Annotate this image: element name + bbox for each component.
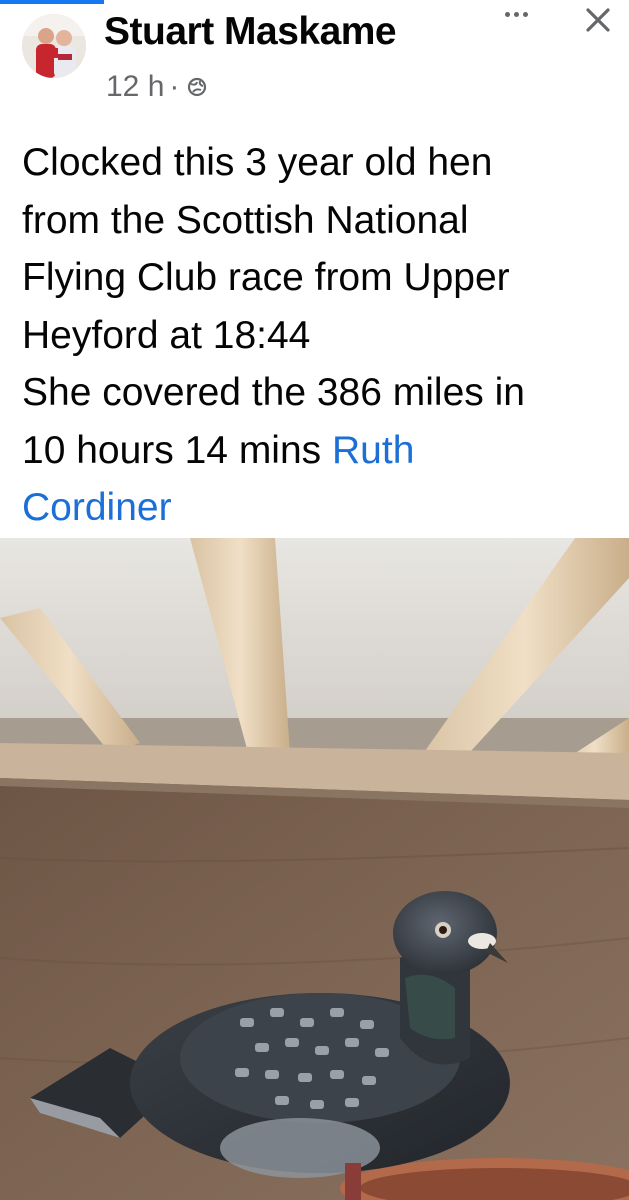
post-meta: 12 h · — [106, 70, 207, 104]
more-icon-dot — [513, 12, 519, 17]
post-text-line: She covered the 386 miles in — [22, 371, 525, 414]
post-text-line: Cordiner — [22, 479, 622, 537]
post-text-line: Flying Club race from Upper — [22, 256, 510, 299]
close-icon[interactable] — [582, 4, 614, 36]
mention-link[interactable]: Cordiner — [22, 486, 172, 529]
post-photo[interactable] — [0, 538, 629, 1200]
meta-separator: · — [169, 70, 180, 103]
post-time[interactable]: 12 h — [106, 70, 164, 104]
more-options-button[interactable] — [498, 2, 534, 30]
post-text-line: 10 hours 14 mins — [22, 428, 333, 472]
post-text-line: from the Scottish National — [22, 198, 469, 242]
globe-icon — [188, 77, 207, 97]
post-text-line-with-mention: 10 hours 14 mins Ruth — [22, 422, 622, 480]
post-text-line: Heyford at 18:44 — [22, 313, 311, 357]
post-header: Stuart Maskame 12 h · — [0, 0, 629, 112]
avatar[interactable] — [22, 14, 86, 78]
pigeon-photo — [0, 538, 629, 1200]
more-icon — [504, 12, 510, 17]
post-text: Clocked this 3 year old hen from the Sco… — [22, 134, 622, 537]
more-icon-dot — [522, 12, 528, 17]
author-name[interactable]: Stuart Maskame — [104, 10, 397, 54]
avatar-photo — [22, 14, 86, 78]
post-text-line: Clocked this 3 year old hen — [22, 141, 493, 184]
mention-link[interactable]: Ruth — [332, 429, 414, 472]
